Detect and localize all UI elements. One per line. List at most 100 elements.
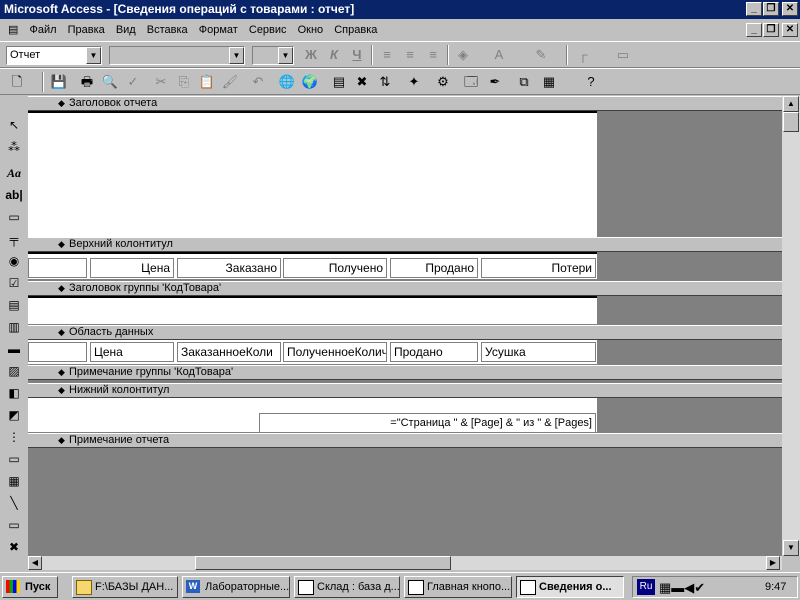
line-tool-icon[interactable]: ╲ (3, 493, 25, 514)
menu-file[interactable]: Файл (25, 19, 60, 41)
menu-help[interactable]: Справка (330, 19, 381, 41)
checkbox-icon[interactable]: ☑ (3, 273, 25, 294)
toolbox-icon[interactable]: ✖ (351, 71, 373, 93)
option-group-icon[interactable]: ▭ (3, 207, 25, 228)
start-button[interactable]: Пуск (2, 576, 58, 598)
print-preview-icon[interactable]: 🔍 (99, 71, 121, 93)
header-label[interactable]: Заказано (177, 258, 281, 278)
line-color-icon[interactable]: ✎ (530, 44, 552, 66)
scroll-right-icon[interactable]: ▶ (766, 556, 780, 570)
detail-area[interactable]: Цена ЗаказанноеКоли ПолученноеКоличе Про… (28, 340, 597, 364)
task-button[interactable]: Главная кнопо... (404, 576, 512, 598)
format-painter-icon[interactable]: 🖌 (219, 71, 241, 93)
report-header-area[interactable] (28, 111, 597, 237)
section-page-header[interactable]: ◆ Верхний колонтитул (28, 237, 782, 252)
task-button[interactable]: W Лабораторные... (182, 576, 290, 598)
bold-button[interactable]: Ж (300, 44, 322, 66)
scroll-thumb[interactable] (783, 112, 799, 132)
autoformat-icon[interactable]: ✦ (403, 71, 425, 93)
bound-object-icon[interactable]: ◩ (3, 405, 25, 426)
header-label[interactable]: Цена (90, 258, 174, 278)
menu-window[interactable]: Окно (294, 19, 328, 41)
language-indicator[interactable]: Ru (637, 579, 655, 595)
align-center-icon[interactable]: ≡ (399, 44, 421, 66)
view-icon[interactable]: 🗋 (6, 71, 28, 93)
vertical-scrollbar[interactable]: ▲ ▼ (782, 96, 800, 556)
page-footer-area[interactable]: ="Страница " & [Page] & " из " & [Pages] (28, 398, 597, 433)
database-window-icon[interactable]: ⧉ (513, 71, 535, 93)
header-label[interactable] (28, 258, 87, 278)
code-icon[interactable]: ⚙ (432, 71, 454, 93)
unbound-object-icon[interactable]: ◧ (3, 383, 25, 404)
section-page-footer[interactable]: ◆ Нижний колонтитул (28, 383, 782, 398)
font-combo[interactable]: ▼ (109, 46, 245, 65)
object-combo[interactable]: Отчет ▼ (6, 46, 102, 65)
task-button-active[interactable]: Сведения о... (516, 576, 624, 598)
detail-field[interactable]: Продано (390, 342, 478, 362)
page-number-expression[interactable]: ="Страница " & [Page] & " из " & [Pages] (259, 413, 596, 433)
detail-field[interactable]: ПолученноеКоличе (283, 342, 387, 362)
section-report-footer[interactable]: ◆ Примечание отчета (28, 433, 782, 448)
doc-restore-button[interactable]: ❐ (763, 23, 779, 37)
font-color-icon[interactable]: A (488, 44, 510, 66)
fill-color-icon[interactable]: ◈ (452, 44, 474, 66)
close-button[interactable]: ✕ (782, 2, 798, 16)
undo-icon[interactable]: ↶ (247, 71, 269, 93)
scroll-up-icon[interactable]: ▲ (783, 96, 799, 112)
menu-view[interactable]: Вид (112, 19, 140, 41)
combo-box-icon[interactable]: ▤ (3, 295, 25, 316)
new-object-icon[interactable]: ▦ (538, 71, 560, 93)
header-label[interactable]: Продано (390, 258, 478, 278)
spelling-icon[interactable]: ✓ (122, 71, 144, 93)
option-button-icon[interactable]: ◉ (3, 251, 25, 272)
detail-field[interactable] (28, 342, 87, 362)
print-icon[interactable]: 🖶 (76, 71, 98, 93)
insert-hyperlink-icon[interactable]: 🌐 (276, 71, 298, 93)
detail-field[interactable]: Цена (90, 342, 174, 362)
section-group-header[interactable]: ◆ Заголовок группы 'КодТовара' (28, 281, 782, 296)
header-label[interactable]: Потери (481, 258, 596, 278)
section-detail[interactable]: ◆ Область данных (28, 325, 782, 340)
web-toolbar-icon[interactable]: 🌍 (299, 71, 321, 93)
more-controls-icon[interactable]: ✖ (3, 537, 25, 558)
rectangle-tool-icon[interactable]: ▭ (3, 515, 25, 536)
toggle-button-icon[interactable]: ╤ (3, 229, 25, 250)
minimize-button[interactable]: _ (746, 2, 762, 16)
align-left-icon[interactable]: ≡ (376, 44, 398, 66)
sorting-grouping-icon[interactable]: ⇅ (374, 71, 396, 93)
task-button[interactable]: F:\БАЗЫ ДАН... (72, 576, 178, 598)
align-right-icon[interactable]: ≡ (422, 44, 444, 66)
tray-icons[interactable]: ▦▬◀✔ (659, 578, 705, 598)
report-design-surface[interactable]: ◆ Заголовок отчета ◆ Верхний колонтитул … (28, 96, 782, 556)
access-doc-icon[interactable]: ▤ (0, 19, 22, 41)
build-icon[interactable]: ✒ (484, 71, 506, 93)
page-break-icon[interactable]: ⋮ (3, 427, 25, 448)
horizontal-scrollbar[interactable]: ◀ ▶ (28, 556, 782, 570)
doc-minimize-button[interactable]: _ (746, 23, 762, 37)
textbox-tool-icon[interactable]: ab| (3, 185, 25, 206)
subreport-icon[interactable]: ▦ (3, 471, 25, 492)
list-box-icon[interactable]: ▥ (3, 317, 25, 338)
copy-icon[interactable]: ⎘ (173, 71, 195, 93)
field-list-icon[interactable]: ▤ (328, 71, 350, 93)
control-wizards-icon[interactable]: ⁂ (3, 137, 25, 158)
section-group-footer[interactable]: ◆ Примечание группы 'КодТовара' (28, 365, 782, 380)
line-width-icon[interactable]: ┌ (572, 44, 594, 66)
underline-button[interactable]: Ч (346, 44, 368, 66)
tab-control-icon[interactable]: ▭ (3, 449, 25, 470)
italic-button[interactable]: К (323, 44, 345, 66)
menu-tools[interactable]: Сервис (245, 19, 291, 41)
scroll-down-icon[interactable]: ▼ (783, 540, 799, 556)
save-icon[interactable]: 💾 (48, 71, 70, 93)
header-label[interactable]: Получено (283, 258, 387, 278)
section-report-header[interactable]: ◆ Заголовок отчета (28, 96, 782, 111)
detail-field[interactable]: Усушка (481, 342, 596, 362)
cut-icon[interactable]: ✂ (150, 71, 172, 93)
font-size-combo[interactable]: ▼ (252, 46, 294, 65)
menu-format[interactable]: Формат (195, 19, 242, 41)
hscroll-thumb[interactable] (195, 556, 451, 570)
restore-button[interactable]: ❐ (763, 2, 779, 16)
doc-close-button[interactable]: ✕ (782, 23, 798, 37)
image-icon[interactable]: ▨ (3, 361, 25, 382)
menu-insert[interactable]: Вставка (143, 19, 192, 41)
